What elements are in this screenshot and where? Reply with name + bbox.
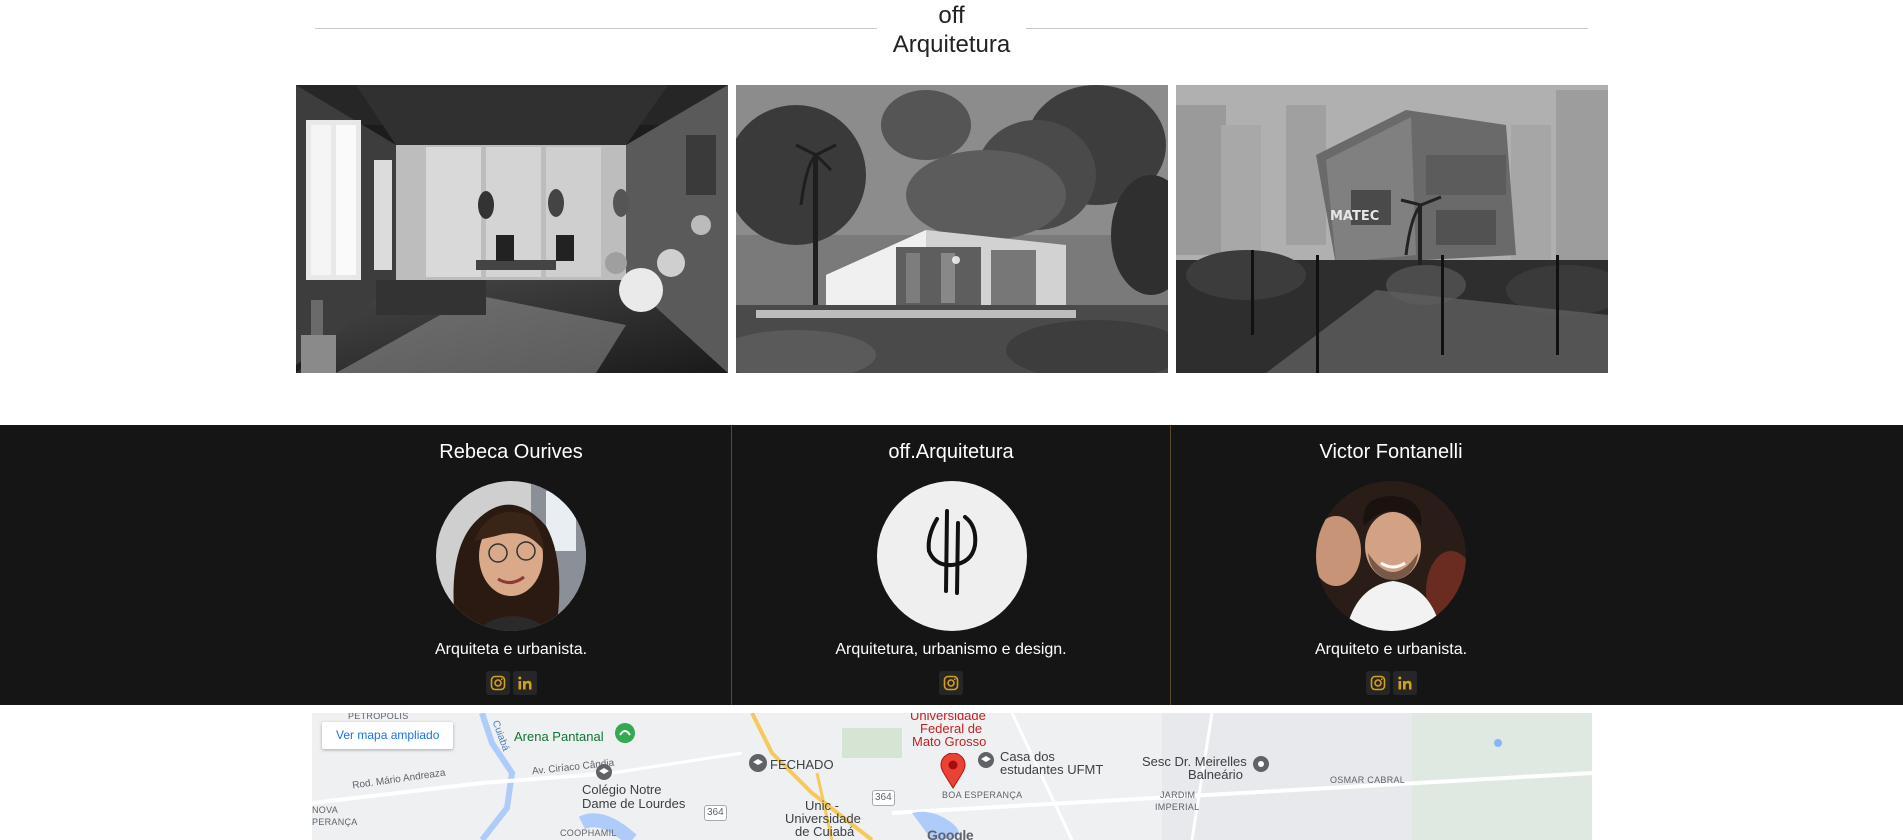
stadium-pin-icon[interactable] xyxy=(614,722,636,744)
linkedin-link[interactable] xyxy=(1392,671,1417,695)
member-name: Rebeca Ourives xyxy=(439,441,583,463)
embedded-map[interactable]: Ver mapa ampliado PETRÓPOLIS Cuiabá Aren… xyxy=(312,713,1592,840)
map-label-ufmt-3: Mato Grosso xyxy=(912,734,987,749)
map-label-petropolis: PETRÓPOLIS xyxy=(348,713,409,721)
map-label-arena: Arena Pantanal xyxy=(514,729,604,744)
map-label-sesc-2: Balneário xyxy=(1188,767,1243,782)
member-role: Arquiteto e urbanista. xyxy=(1314,641,1468,658)
house-render-image xyxy=(736,85,1168,373)
gallery-image-studio[interactable] xyxy=(296,85,728,373)
avatar xyxy=(877,481,1027,631)
linkedin-icon xyxy=(1397,676,1411,690)
map-label-colegio-2: Dame de Lourdes xyxy=(582,796,686,811)
page-title: off Arquitetura xyxy=(877,1,1026,59)
social-links xyxy=(1171,671,1611,695)
map-label-coophamil: COOPHAMIL xyxy=(560,828,617,838)
studio-render-image xyxy=(296,85,728,373)
rebeca-portrait xyxy=(436,481,586,631)
member-role: Arquiteta e urbanista. xyxy=(434,641,588,658)
map-label-osmar: OSMAR CABRAL xyxy=(1330,775,1406,785)
map-road-364a: 364 xyxy=(704,805,727,821)
gallery-image-house[interactable] xyxy=(736,85,1168,373)
header-divider-right xyxy=(1026,28,1588,29)
instagram-icon xyxy=(490,675,505,691)
social-links xyxy=(732,671,1170,695)
member-role: Arquitetura, urbanismo e design. xyxy=(835,641,1067,658)
section-header: off Arquitetura xyxy=(0,0,1903,60)
map-label-unic-3: de Cuiabá xyxy=(795,824,855,839)
instagram-icon xyxy=(1370,675,1385,691)
header-divider-left xyxy=(315,28,877,29)
instagram-icon xyxy=(943,675,959,691)
linkedin-link[interactable] xyxy=(512,671,537,695)
map-label-jardim-2: IMPERIAL xyxy=(1155,802,1200,812)
school-pin-icon[interactable] xyxy=(748,753,768,773)
member-name: Victor Fontanelli xyxy=(1319,441,1463,463)
matec-sign-text: MATEC xyxy=(1330,209,1379,224)
team-member-rebeca: Rebeca Ourives Arquiteta e urbanista. xyxy=(291,425,731,705)
avatar xyxy=(1316,481,1466,631)
matec-render-image: MATEC xyxy=(1176,85,1608,373)
member-name: off.Arquitetura xyxy=(888,441,1014,463)
map-label-casa-2: estudantes UFMT xyxy=(1000,762,1104,777)
map-road-364b: 364 xyxy=(872,790,895,806)
instagram-link[interactable] xyxy=(1365,671,1390,695)
google-logo: Google xyxy=(927,827,974,840)
office-logo xyxy=(877,481,1027,631)
map-label-fechado: FECHADO xyxy=(770,757,834,772)
map-label-boa-esperanca: BOA ESPERANÇA xyxy=(942,790,1023,800)
school-pin-icon[interactable] xyxy=(977,751,995,769)
project-gallery: MATEC xyxy=(296,85,1608,373)
map-label-nova-2: PERANÇA xyxy=(312,817,358,827)
instagram-link[interactable] xyxy=(485,671,510,695)
avatar xyxy=(436,481,586,631)
title-line-2: Arquitetura xyxy=(892,31,1011,58)
team-member-victor: Victor Fontanelli Arquiteto e urbanista. xyxy=(1171,425,1611,705)
leisure-pin-icon[interactable] xyxy=(1252,755,1270,773)
expand-map-button[interactable]: Ver mapa ampliado xyxy=(322,722,454,749)
team-section: Rebeca Ourives Arquiteta e urbanista. of… xyxy=(0,425,1903,705)
location-pin-icon[interactable] xyxy=(940,753,966,789)
social-links xyxy=(291,671,731,695)
instagram-link[interactable] xyxy=(939,671,963,695)
map-label-colegio-1: Colégio Notre xyxy=(582,782,662,797)
title-line-1: off xyxy=(938,2,965,29)
victor-portrait xyxy=(1316,481,1466,631)
linkedin-icon xyxy=(517,676,531,690)
team-member-office: off.Arquitetura Arquitetura, urbanismo e… xyxy=(731,425,1171,705)
gallery-image-matec[interactable]: MATEC xyxy=(1176,85,1608,373)
